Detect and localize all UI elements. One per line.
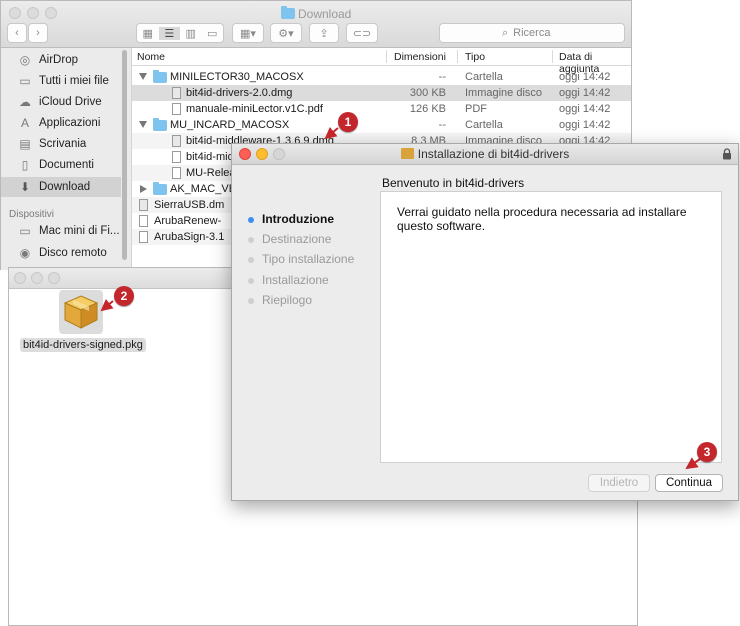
callout-badge-1: 1 xyxy=(338,112,358,132)
callout-badge-3: 3 xyxy=(697,442,717,462)
callout-1-arrow xyxy=(324,126,339,140)
callout-arrows xyxy=(100,126,701,470)
callout-badge-2: 2 xyxy=(114,286,134,306)
callout-2-arrow xyxy=(100,299,114,312)
callout-3-arrow xyxy=(685,457,701,470)
